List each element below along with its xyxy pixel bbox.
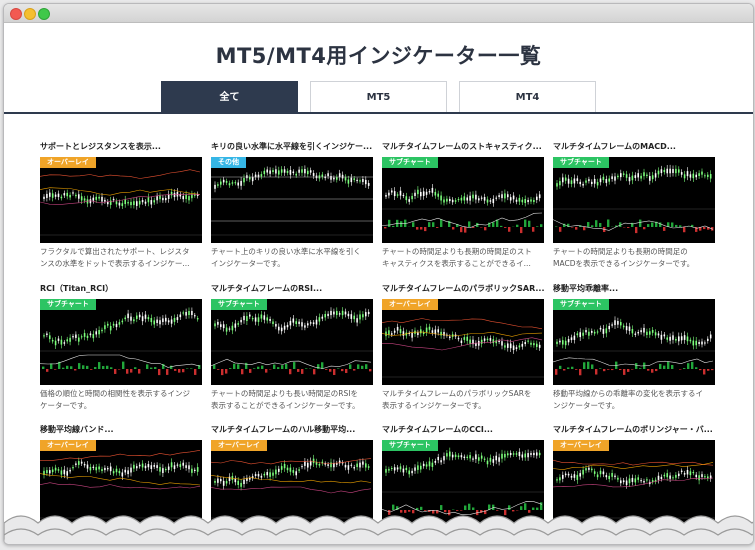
window-titlebar bbox=[4, 4, 753, 23]
indicator-card[interactable]: マルチタイムフレームのストキャスティク... サブチャート チャートの時間足より… bbox=[382, 141, 544, 270]
description-line: 表示するインジケーターです。 bbox=[382, 401, 486, 410]
description-line: マルチタイムフレームのパラボリックSARを bbox=[382, 389, 532, 398]
chart-thumbnail[interactable]: サブチャート bbox=[382, 157, 544, 243]
card-description: チャート上のキリの良い水準に水平線を引く インジケーターです。 bbox=[211, 246, 373, 270]
tab-mt5[interactable]: MT5 bbox=[310, 81, 447, 114]
card-description: フラクタルで算出されたサポート、レジスタ ンスの水準をドットで表示するインジケー… bbox=[40, 246, 202, 270]
subchart-badge: サブチャート bbox=[553, 299, 609, 310]
card-description: チャートの時間足よりも長い時間足のRSIを 表示することができるインジケーターで… bbox=[211, 388, 373, 412]
card-description: マルチタイムフレームのパラボリックSARを 表示するインジケーターです。 bbox=[382, 388, 544, 412]
card-title[interactable]: マルチタイムフレームのストキャスティク... bbox=[382, 141, 544, 153]
description-line: ンスの水準をドットで表示するインジケー... bbox=[40, 259, 190, 268]
overlay-badge: オーバーレイ bbox=[40, 157, 96, 168]
description-line: チャートの時間足よりも長い時間足のRSIを bbox=[211, 389, 358, 398]
description-line: ンジケーターです。 bbox=[553, 401, 620, 410]
card-title[interactable]: マルチタイムフレームのパラボリックSAR... bbox=[382, 283, 544, 295]
description-line: キャスティクスを表示することができるイ... bbox=[382, 259, 531, 268]
overlay-badge: オーバーレイ bbox=[553, 440, 609, 451]
card-title[interactable]: マルチタイムフレームのボリンジャー・バ... bbox=[553, 424, 715, 436]
card-description: 価格の順位と時間の相関性を表示するインジ ケーターです。 bbox=[40, 388, 202, 412]
card-description: チャートの時間足よりも長期の時間足のスト キャスティクスを表示することができるイ… bbox=[382, 246, 544, 270]
card-title[interactable]: マルチタイムフレームのハル移動平均... bbox=[211, 424, 373, 436]
indicator-card[interactable]: キリの良い水準に水平線を引くインジケー... その他 チャート上のキリの良い水準… bbox=[211, 141, 373, 270]
overlay-badge: オーバーレイ bbox=[211, 440, 267, 451]
chart-thumbnail[interactable]: サブチャート bbox=[211, 299, 373, 385]
description-line: インジケーターです。 bbox=[211, 259, 285, 268]
description-line: 移動平均線からの乖離率の変化を表示するイ bbox=[553, 389, 703, 398]
description-line: ケーターです。 bbox=[40, 401, 92, 410]
card-title[interactable]: マルチタイムフレームのRSI... bbox=[211, 283, 373, 295]
overlay-badge: オーバーレイ bbox=[40, 440, 96, 451]
description-line: チャート上のキリの良い水準に水平線を引く bbox=[211, 247, 361, 256]
chart-thumbnail[interactable]: サブチャート bbox=[553, 157, 715, 243]
torn-edge-decoration bbox=[4, 515, 753, 544]
card-title[interactable]: マルチタイムフレームのMACD... bbox=[553, 141, 715, 153]
card-title[interactable]: 移動平均線バンド... bbox=[40, 424, 202, 436]
chart-thumbnail[interactable]: その他 bbox=[211, 157, 373, 243]
chart-thumbnail[interactable]: オーバーレイ bbox=[382, 299, 544, 385]
description-line: チャートの時間足よりも長期の時間足のスト bbox=[382, 247, 532, 256]
chart-thumbnail[interactable]: オーバーレイ bbox=[40, 157, 202, 243]
card-title[interactable]: マルチタイムフレームのCCI... bbox=[382, 424, 544, 436]
card-title[interactable]: キリの良い水準に水平線を引くインジケー... bbox=[211, 141, 373, 153]
indicator-card[interactable]: 移動平均乖離率... サブチャート 移動平均線からの乖離率の変化を表示するイ ン… bbox=[553, 283, 715, 412]
other-badge: その他 bbox=[211, 157, 246, 168]
subchart-badge: サブチャート bbox=[40, 299, 96, 310]
overlay-badge: オーバーレイ bbox=[382, 299, 438, 310]
indicator-card[interactable]: マルチタイムフレームのMACD... サブチャート チャートの時間足よりも長期の… bbox=[553, 141, 715, 270]
description-line: チャートの時間足よりも長期の時間足の bbox=[553, 247, 688, 256]
close-window-button[interactable] bbox=[10, 8, 22, 20]
description-line: MACDを表示できるインジケーターです。 bbox=[553, 259, 695, 268]
card-description: チャートの時間足よりも長期の時間足の MACDを表示できるインジケーターです。 bbox=[553, 246, 715, 270]
card-title[interactable]: RCI（Titan_RCI） bbox=[40, 283, 202, 295]
tab-underline bbox=[4, 112, 753, 114]
page-title: MT5/MT4用インジケーター一覧 bbox=[215, 44, 542, 68]
indicator-card[interactable]: サポートとレジスタンスを表示... オーバーレイ フラクタルで算出されたサポート… bbox=[40, 141, 202, 270]
chart-thumbnail[interactable]: サブチャート bbox=[553, 299, 715, 385]
card-title[interactable]: サポートとレジスタンスを表示... bbox=[40, 141, 202, 153]
subchart-badge: サブチャート bbox=[382, 157, 438, 168]
description-line: 表示することができるインジケーターです。 bbox=[211, 401, 360, 410]
subchart-badge: サブチャート bbox=[553, 157, 609, 168]
subchart-badge: サブチャート bbox=[211, 299, 267, 310]
description-line: 価格の順位と時間の相関性を表示するインジ bbox=[40, 389, 190, 398]
card-description: 移動平均線からの乖離率の変化を表示するイ ンジケーターです。 bbox=[553, 388, 715, 412]
browser-window: MT5/MT4用インジケーター一覧 全て MT5 MT4 サポートとレジスタンス… bbox=[3, 3, 754, 545]
minimize-window-button[interactable] bbox=[24, 8, 36, 20]
maximize-window-button[interactable] bbox=[38, 8, 50, 20]
indicator-card[interactable]: RCI（Titan_RCI） サブチャート 価格の順位と時間の相関性を表示するイ… bbox=[40, 283, 202, 412]
tab-mt4[interactable]: MT4 bbox=[459, 81, 596, 114]
description-line: フラクタルで算出されたサポート、レジスタ bbox=[40, 247, 190, 256]
card-title[interactable]: 移動平均乖離率... bbox=[553, 283, 715, 295]
subchart-badge: サブチャート bbox=[382, 440, 438, 451]
indicator-card[interactable]: マルチタイムフレームのパラボリックSAR... オーバーレイ マルチタイムフレー… bbox=[382, 283, 544, 412]
tab-all[interactable]: 全て bbox=[161, 81, 298, 114]
chart-thumbnail[interactable]: サブチャート bbox=[40, 299, 202, 385]
indicator-card[interactable]: マルチタイムフレームのRSI... サブチャート チャートの時間足よりも長い時間… bbox=[211, 283, 373, 412]
